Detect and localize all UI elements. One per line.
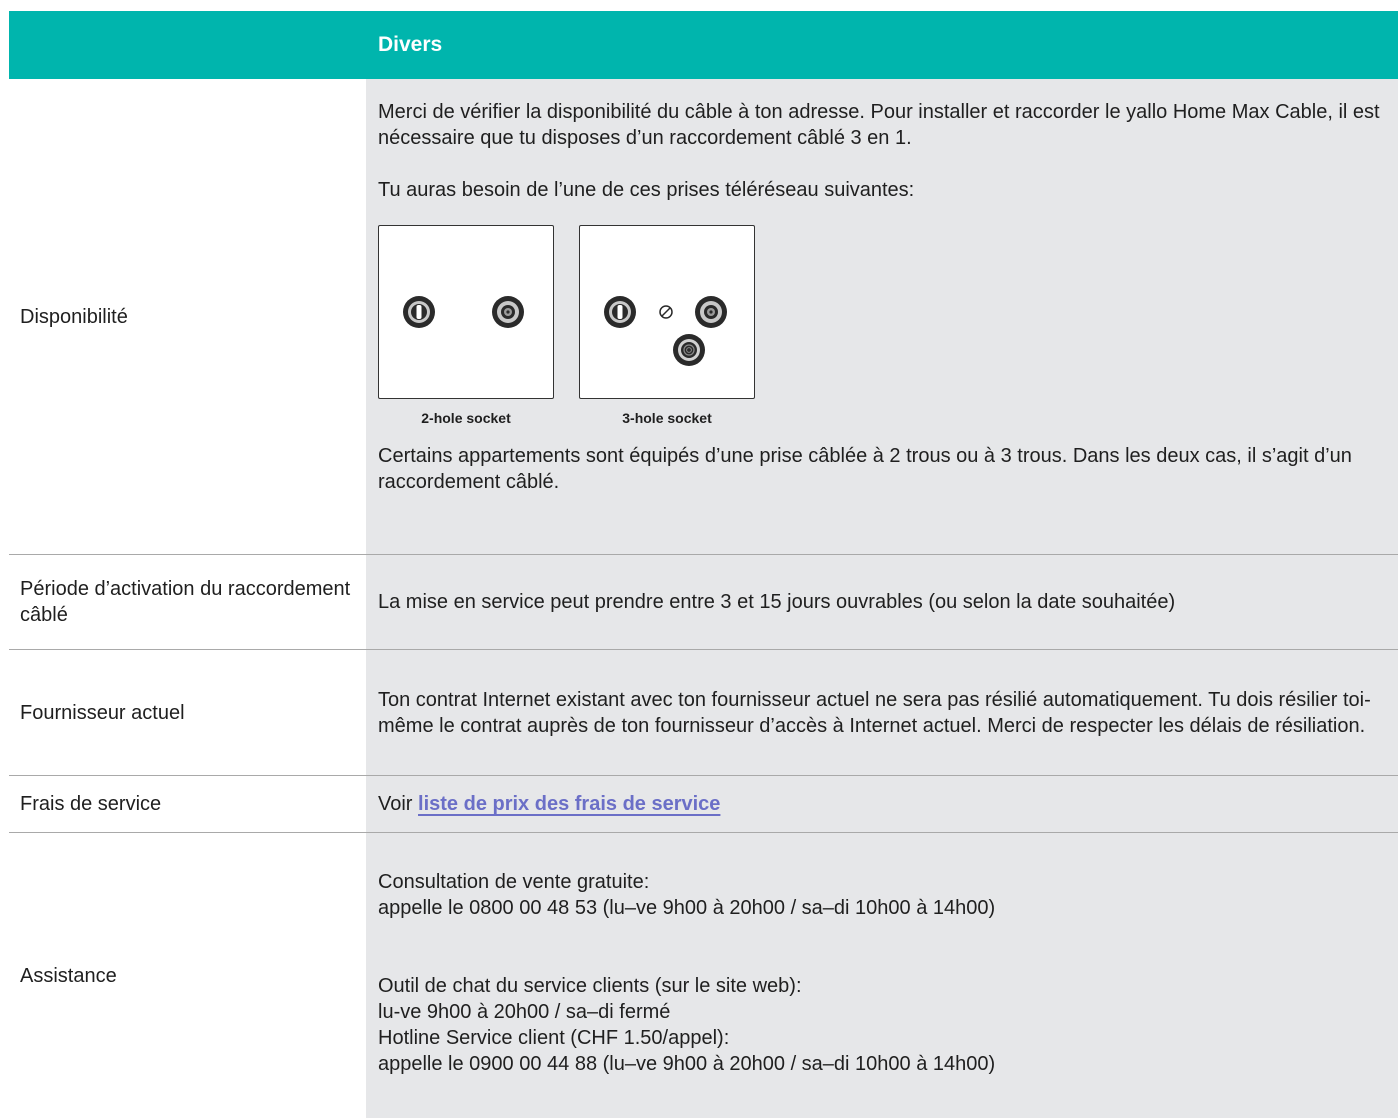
service-fees-price-list-link[interactable]: liste de prix des frais de service [418,793,720,815]
table-header: Divers [9,11,1398,79]
service-fees-line: Voir liste de prix des frais de service [378,791,1392,817]
header-label-cell [9,11,366,79]
row-value: Ton contrat Internet existant avec ton f… [366,650,1398,775]
current-provider-text: Ton contrat Internet existant avec ton f… [378,688,1371,737]
row-value: Merci de vérifier la disponibilité du câ… [366,79,1398,554]
availability-note: Certains appartements sont équipés d’une… [378,445,1352,493]
socket-figures: 2-hole socket 3-hole socket [378,225,1392,427]
row-label: Disponibilité [9,79,366,554]
two-hole-socket-icon [378,225,554,399]
row-label: Fournisseur actuel [9,650,366,775]
table-row-availability: Disponibilité Merci de vérifier la dispo… [9,79,1398,555]
socket-figure-2-hole: 2-hole socket [378,225,554,427]
row-value: La mise en service peut prendre entre 3 … [366,555,1398,649]
table-row-service-fees: Frais de service Voir liste de prix des … [9,776,1398,833]
socket-figure-3-hole: 3-hole socket [579,225,755,427]
hotline-title: Hotline Service client (CHF 1.50/appel): [378,1027,730,1049]
table-row-support: Assistance Consultation de vente gratuit… [9,833,1398,1118]
row-value: Consultation de vente gratuite: appelle … [366,833,1398,1118]
row-label: Frais de service [9,776,366,832]
activation-period-text: La mise en service peut prendre entre 3 … [378,591,1176,613]
section-title: Divers [378,33,443,56]
sales-consultation-title: Consultation de vente gratuite: [378,871,650,893]
header-title: Divers [366,11,1398,79]
socket-caption: 2-hole socket [421,410,511,426]
chat-hours: lu-ve 9h00 à 20h00 / sa–di fermé [378,1001,671,1023]
table-row-current-provider: Fournisseur actuel Ton contrat Internet … [9,650,1398,776]
socket-caption: 3-hole socket [622,410,712,426]
availability-paragraph: Merci de vérifier la disponibilité du câ… [378,101,1380,149]
service-fees-prefix: Voir [378,793,413,815]
hotline-phone: appelle le 0900 00 44 88 (lu–ve 9h00 à 2… [378,1053,996,1075]
availability-socket-intro: Tu auras besoin de l’une de ces prises t… [378,179,915,201]
row-label: Période d’activation du raccordement câb… [9,555,366,649]
chat-title: Outil de chat du service clients (sur le… [378,975,802,997]
sales-phone: appelle le 0800 00 48 53 (lu–ve 9h00 à 2… [378,897,996,919]
row-value: Voir liste de prix des frais de service [366,776,1398,832]
three-hole-socket-icon [579,225,755,399]
info-table: Divers Disponibilité Merci de vérifier l… [9,11,1398,1118]
row-label: Assistance [9,833,366,1118]
table-row-activation-period: Période d’activation du raccordement câb… [9,555,1398,650]
